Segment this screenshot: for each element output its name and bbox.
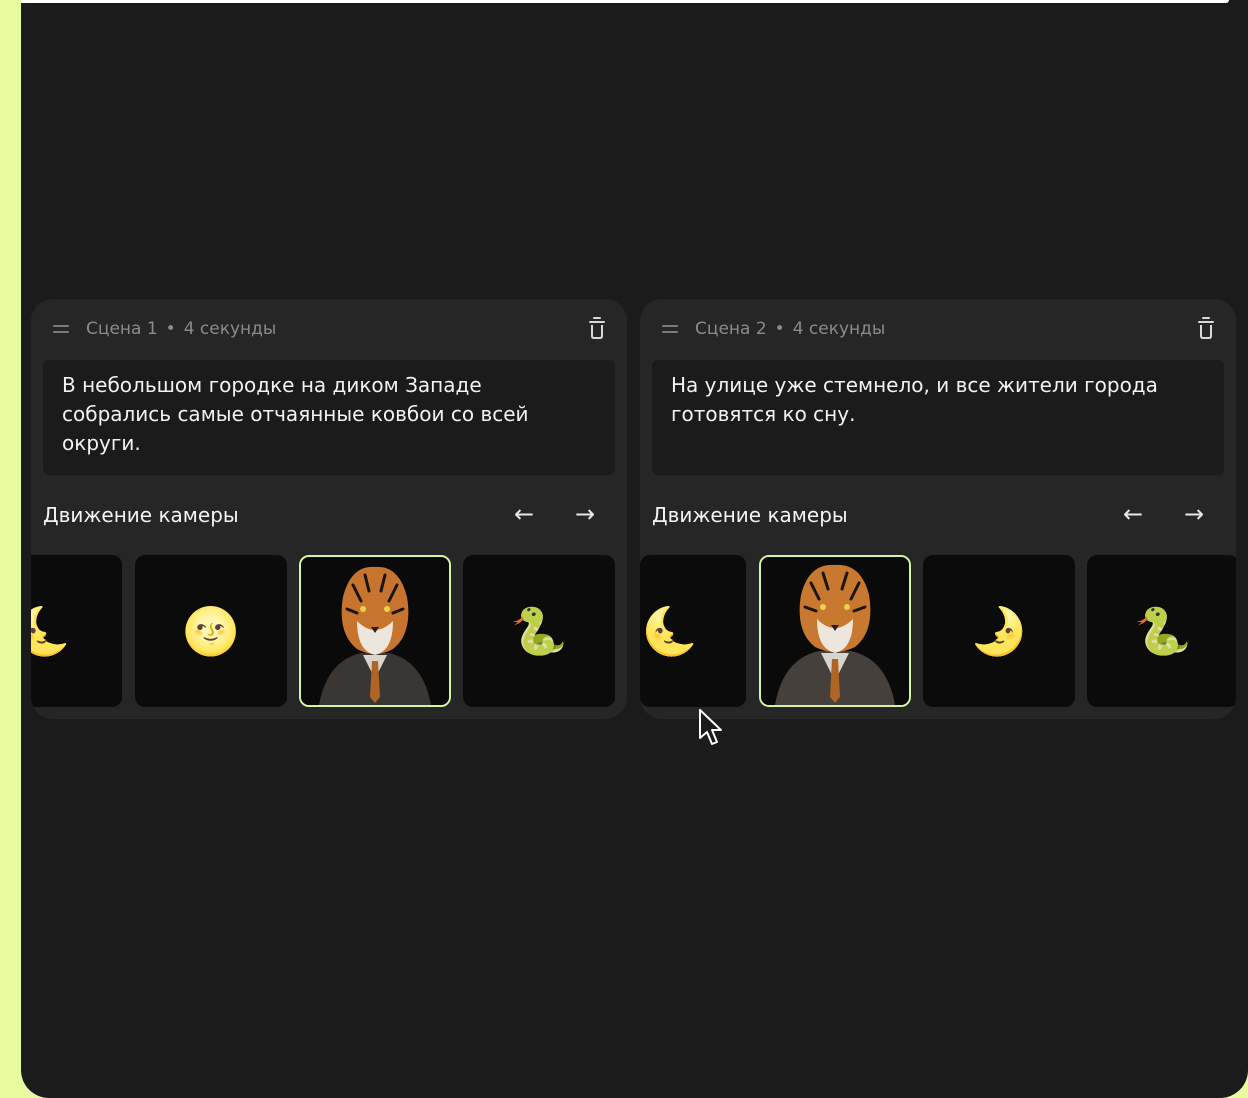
first-quarter-moon-face-icon: 🌛 [970,604,1028,658]
top-panel-edge [21,0,1229,3]
camera-movement-label: Движение камеры [43,503,239,527]
crescent-moon-face-icon: 🌜 [641,604,699,658]
mouse-pointer-icon [699,709,722,745]
camera-option-crescent-moon[interactable]: 🌜 [640,555,746,707]
prev-arrow-button[interactable]: ← [1118,502,1148,528]
scene-name: Сцена 2 [695,319,767,339]
camera-option-tiger-selected[interactable] [299,555,451,707]
camera-option-quarter-moon[interactable]: 🌛 [923,555,1075,707]
camera-option-snake[interactable]: 🐍 [463,555,615,707]
scene-card-1[interactable]: Сцена 1 • 4 секунды В небольшом городке на… [31,299,627,719]
scene-name: Сцена 1 [86,319,158,339]
snake-icon: 🐍 [510,604,568,658]
editor-canvas: Сцена 1 • 4 секунды В небольшом городке на… [21,0,1248,1098]
next-arrow-button[interactable]: → [570,502,600,528]
drag-handle-icon[interactable] [662,324,678,334]
camera-option-tiger-selected[interactable] [759,555,911,707]
scene-duration: 4 секунды [183,319,277,339]
scene-duration: 4 секунды [792,319,886,339]
crescent-moon-face-icon: 🌜 [31,604,72,658]
camera-option-snake[interactable]: 🐍 [1087,555,1236,707]
scene-description[interactable]: На улице уже стемнело, и все жители горо… [652,360,1224,475]
snake-icon: 🐍 [1134,604,1192,658]
camera-movement-label: Движение камеры [652,503,848,527]
full-moon-face-icon: 🌝 [182,604,240,658]
prev-arrow-button[interactable]: ← [509,502,539,528]
trash-icon[interactable] [1197,316,1215,340]
scene-card-2[interactable]: Сцена 2 • 4 секунды На улице уже стемнело,… [640,299,1236,719]
trash-icon[interactable] [588,316,606,340]
separator-dot: • [774,319,785,339]
scene-title: Сцена 2 • 4 секунды [695,318,885,340]
separator-dot: • [165,319,176,339]
scene-description[interactable]: В небольшом городке на диком Западе собр… [43,360,615,475]
next-arrow-button[interactable]: → [1179,502,1209,528]
drag-handle-icon[interactable] [53,324,69,334]
camera-option-crescent-moon[interactable]: 🌜 [31,555,122,707]
camera-option-full-moon[interactable]: 🌝 [135,555,287,707]
scene-title: Сцена 1 • 4 секунды [86,318,276,340]
tiger-in-suit-image [301,557,449,705]
tiger-in-suit-image [761,557,909,705]
